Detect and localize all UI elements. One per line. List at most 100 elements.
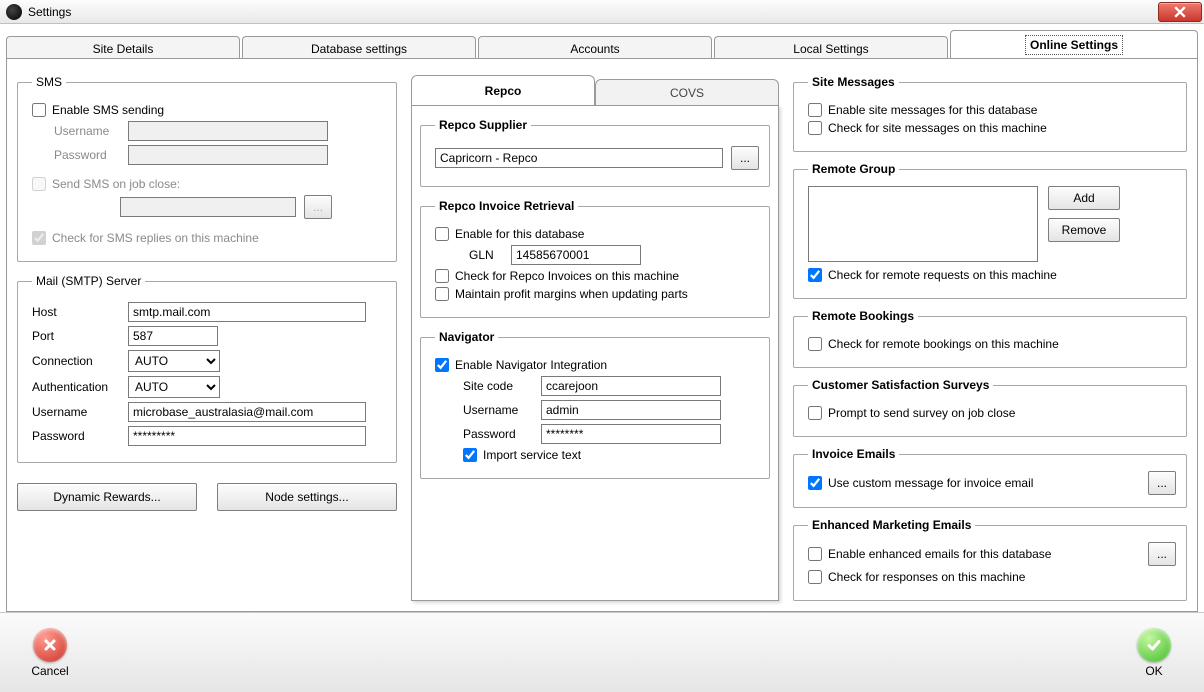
chk-sitemsg-check[interactable] bbox=[808, 121, 822, 135]
chk-check-sms-replies bbox=[32, 231, 46, 245]
lbl-remote-requests: Check for remote requests on this machin… bbox=[828, 268, 1057, 282]
inner-page-repco: Repco Supplier ... Repco Invoice Retriev… bbox=[411, 105, 779, 601]
tab-repco[interactable]: Repco bbox=[411, 75, 595, 105]
chk-nav-import-text[interactable] bbox=[463, 448, 477, 462]
btn-remote-remove[interactable]: Remove bbox=[1048, 218, 1120, 242]
cancel-button[interactable]: Cancel bbox=[20, 628, 80, 678]
chk-nav-enable[interactable] bbox=[435, 358, 449, 372]
chk-check-repco-invoices[interactable] bbox=[435, 269, 449, 283]
input-sms-username[interactable] bbox=[128, 121, 328, 141]
btn-sms-template-browse: ... bbox=[304, 195, 332, 219]
btn-remote-add[interactable]: Add bbox=[1048, 186, 1120, 210]
lbl-sms-username: Username bbox=[54, 124, 120, 138]
select-mail-connection[interactable]: AUTO bbox=[128, 350, 220, 372]
legend-mail: Mail (SMTP) Server bbox=[32, 274, 145, 288]
group-repco-supplier: Repco Supplier ... bbox=[420, 118, 770, 187]
chk-enh-check-responses[interactable] bbox=[808, 570, 822, 584]
lbl-invoice-custom-msg: Use custom message for invoice email bbox=[828, 476, 1033, 490]
input-sms-job-close-template bbox=[120, 197, 296, 217]
lbl-nav-password: Password bbox=[463, 427, 533, 441]
group-site-messages: Site Messages Enable site messages for t… bbox=[793, 75, 1187, 152]
input-nav-username[interactable] bbox=[541, 400, 721, 420]
lbl-remote-bookings: Check for remote bookings on this machin… bbox=[828, 337, 1059, 351]
group-remote-bookings: Remote Bookings Check for remote booking… bbox=[793, 309, 1187, 368]
btn-dynamic-rewards[interactable]: Dynamic Rewards... bbox=[17, 483, 197, 511]
input-gln[interactable] bbox=[511, 245, 641, 265]
window-close-button[interactable] bbox=[1158, 2, 1202, 22]
lbl-gln: GLN bbox=[469, 248, 503, 262]
input-nav-sitecode[interactable] bbox=[541, 376, 721, 396]
lbl-mail-connection: Connection bbox=[32, 354, 120, 368]
listbox-remote-group[interactable] bbox=[808, 186, 1038, 262]
lbl-nav-sitecode: Site code bbox=[463, 379, 533, 393]
legend-repco-supplier: Repco Supplier bbox=[435, 118, 531, 132]
btn-node-settings[interactable]: Node settings... bbox=[217, 483, 397, 511]
group-remote-group: Remote Group Add Remove Check for remote… bbox=[793, 162, 1187, 299]
input-mail-username[interactable] bbox=[128, 402, 366, 422]
main-tab-strip: Site Details Database settings Accounts … bbox=[6, 30, 1198, 58]
lbl-enable-sms: Enable SMS sending bbox=[52, 103, 164, 117]
lbl-nav-import-text: Import service text bbox=[483, 448, 581, 462]
tab-database-settings[interactable]: Database settings bbox=[242, 36, 476, 60]
select-mail-auth[interactable]: AUTO bbox=[128, 376, 220, 398]
btn-invoice-email-edit[interactable]: ... bbox=[1148, 471, 1176, 495]
legend-remote-group: Remote Group bbox=[808, 162, 899, 176]
group-repco-invoice: Repco Invoice Retrieval Enable for this … bbox=[420, 199, 770, 318]
ok-button[interactable]: OK bbox=[1124, 628, 1184, 678]
btn-enh-email-edit[interactable]: ... bbox=[1148, 542, 1176, 566]
tab-accounts[interactable]: Accounts bbox=[478, 36, 712, 60]
chk-invoice-custom-msg[interactable] bbox=[808, 476, 822, 490]
legend-enh-emails: Enhanced Marketing Emails bbox=[808, 518, 975, 532]
lbl-survey-prompt: Prompt to send survey on job close bbox=[828, 406, 1015, 420]
legend-sms: SMS bbox=[32, 75, 66, 89]
chk-sitemsg-enable[interactable] bbox=[808, 103, 822, 117]
inner-tab-strip: Repco COVS bbox=[411, 75, 779, 105]
legend-repco-invoice: Repco Invoice Retrieval bbox=[435, 199, 578, 213]
chk-survey-prompt[interactable] bbox=[808, 406, 822, 420]
chk-remote-bookings[interactable] bbox=[808, 337, 822, 351]
legend-site-messages: Site Messages bbox=[808, 75, 899, 89]
group-mail-smtp: Mail (SMTP) Server Host Port ConnectionA… bbox=[17, 274, 397, 463]
lbl-check-repco-invoices: Check for Repco Invoices on this machine bbox=[455, 269, 679, 283]
lbl-mail-password: Password bbox=[32, 429, 120, 443]
tab-site-details[interactable]: Site Details bbox=[6, 36, 240, 60]
chk-enable-sms[interactable] bbox=[32, 103, 46, 117]
lbl-nav-username: Username bbox=[463, 403, 533, 417]
lbl-nav-enable: Enable Navigator Integration bbox=[455, 358, 607, 372]
group-sms: SMS Enable SMS sending Username Password… bbox=[17, 75, 397, 262]
chk-enh-enable[interactable] bbox=[808, 547, 822, 561]
group-surveys: Customer Satisfaction Surveys Prompt to … bbox=[793, 378, 1187, 437]
group-navigator: Navigator Enable Navigator Integration S… bbox=[420, 330, 770, 479]
tab-local-settings[interactable]: Local Settings bbox=[714, 36, 948, 60]
legend-navigator: Navigator bbox=[435, 330, 498, 344]
tab-covs[interactable]: COVS bbox=[595, 79, 779, 105]
tab-page-online-settings: SMS Enable SMS sending Username Password… bbox=[6, 58, 1198, 612]
lbl-repco-enable-db: Enable for this database bbox=[455, 227, 584, 241]
title-bar: Settings bbox=[0, 0, 1204, 24]
input-nav-password[interactable] bbox=[541, 424, 721, 444]
input-mail-password[interactable] bbox=[128, 426, 366, 446]
input-mail-host[interactable] bbox=[128, 302, 366, 322]
input-sms-password[interactable] bbox=[128, 145, 328, 165]
lbl-mail-port: Port bbox=[32, 329, 120, 343]
cancel-icon bbox=[33, 628, 67, 662]
lbl-sitemsg-check: Check for site messages on this machine bbox=[828, 121, 1047, 135]
cancel-label: Cancel bbox=[31, 664, 68, 678]
close-icon bbox=[1174, 6, 1186, 18]
lbl-enh-check-responses: Check for responses on this machine bbox=[828, 570, 1025, 584]
ok-label: OK bbox=[1145, 664, 1162, 678]
input-mail-port[interactable] bbox=[128, 326, 218, 346]
lbl-sitemsg-enable: Enable site messages for this database bbox=[828, 103, 1037, 117]
ok-icon bbox=[1137, 628, 1171, 662]
chk-maintain-margins[interactable] bbox=[435, 287, 449, 301]
chk-repco-enable-db[interactable] bbox=[435, 227, 449, 241]
input-repco-supplier[interactable] bbox=[435, 148, 723, 168]
btn-repco-supplier-browse[interactable]: ... bbox=[731, 146, 759, 170]
lbl-mail-auth: Authentication bbox=[32, 380, 120, 394]
group-enh-emails: Enhanced Marketing Emails Enable enhance… bbox=[793, 518, 1187, 601]
chk-remote-requests[interactable] bbox=[808, 268, 822, 282]
app-icon bbox=[6, 4, 22, 20]
tab-online-settings[interactable]: Online Settings bbox=[950, 30, 1198, 58]
lbl-enh-enable: Enable enhanced emails for this database bbox=[828, 547, 1051, 561]
lbl-mail-username: Username bbox=[32, 405, 120, 419]
